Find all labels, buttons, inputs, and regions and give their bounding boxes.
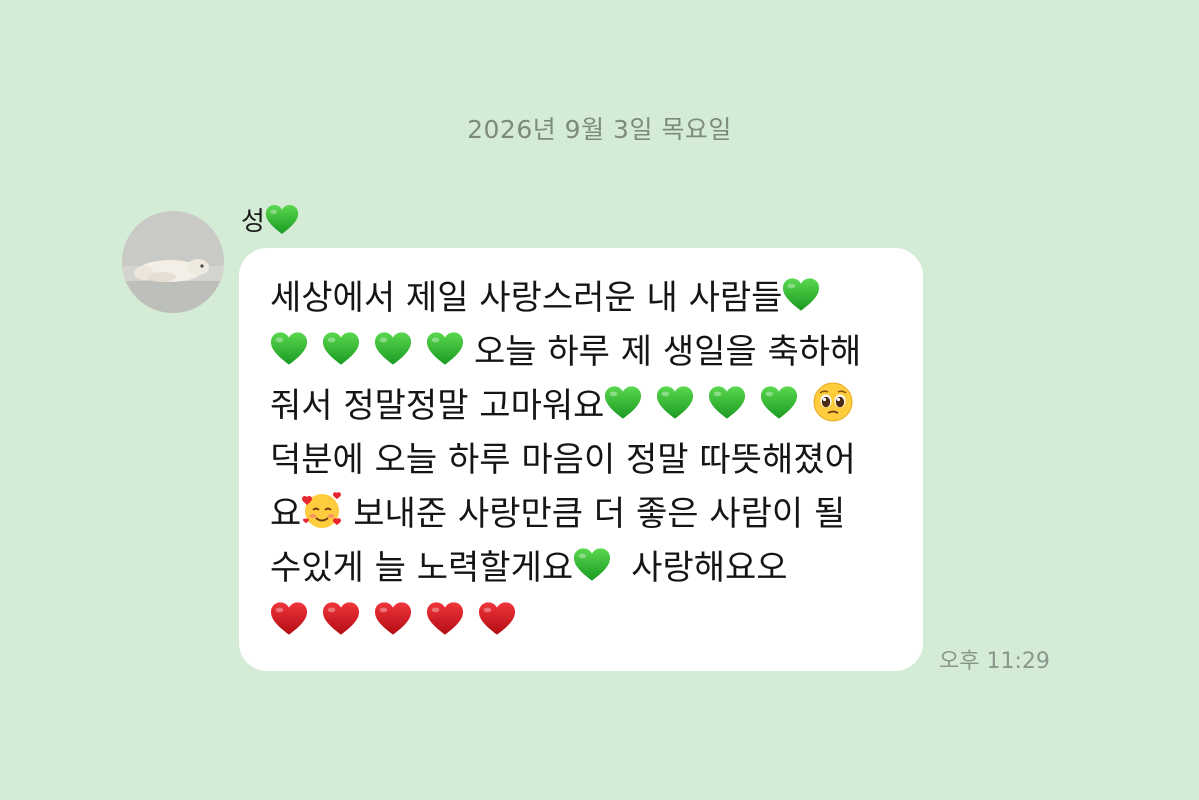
red-heart-icon <box>426 601 464 636</box>
message-text: 수있게 늘 노력할게요 <box>270 547 574 588</box>
message-line: 세상에서 제일 사랑스러운 내 사람들 <box>270 269 820 319</box>
message-text: 줘서 정말정말 고마워요 <box>270 385 605 426</box>
sender-name-text: 성 <box>241 206 265 237</box>
message-line: 오늘 하루 제 생일을 축하해 <box>270 323 861 373</box>
red-heart-icon <box>322 601 360 636</box>
red-heart-icon <box>478 601 516 636</box>
green-heart-icon <box>426 331 464 366</box>
message-line: 수있게 늘 노력할게요 사랑해요오 <box>270 539 788 589</box>
message-line: 덕분에 오늘 하루 마음이 정말 따뜻해졌어 <box>270 431 856 481</box>
green-heart-icon <box>265 204 299 235</box>
green-heart-icon <box>322 331 360 366</box>
green-heart-icon <box>604 385 642 420</box>
message-line: 줘서 정말정말 고마워요 <box>270 377 854 427</box>
date-divider: 2026년 9월 3일 목요일 <box>467 115 732 144</box>
green-heart-icon <box>760 385 798 420</box>
message-text: 오늘 하루 제 생일을 축하해 <box>474 331 862 372</box>
message-timestamp: 오후 11:29 <box>939 649 1050 674</box>
smiling-face-with-hearts-icon <box>302 492 342 528</box>
message-line <box>270 593 516 643</box>
green-heart-icon <box>708 385 746 420</box>
sender-avatar[interactable] <box>122 211 224 313</box>
red-heart-icon <box>270 601 308 636</box>
message-text: 세상에서 제일 사랑스러운 내 사람들 <box>270 277 783 318</box>
red-heart-icon <box>374 601 412 636</box>
green-heart-icon <box>656 385 694 420</box>
green-heart-icon <box>782 277 820 312</box>
message-line: 요 보내준 사랑만큼 더 좋은 사람이 될 <box>270 485 845 535</box>
pleading-face-icon <box>813 382 853 422</box>
message-text: 요 <box>270 493 302 534</box>
message-text: 사랑해요오 <box>631 547 788 588</box>
green-heart-icon <box>270 331 308 366</box>
sender-name: 성 <box>241 199 299 239</box>
message-bubble[interactable]: 세상에서 제일 사랑스러운 내 사람들 오늘 하루 제 생일을 축하해 줘서 정… <box>239 248 923 671</box>
message-text: 보내준 사랑만큼 더 좋은 사람이 될 <box>353 493 846 534</box>
green-heart-icon <box>573 547 611 582</box>
message-text: 덕분에 오늘 하루 마음이 정말 따뜻해졌어 <box>270 439 856 480</box>
green-heart-icon <box>374 331 412 366</box>
